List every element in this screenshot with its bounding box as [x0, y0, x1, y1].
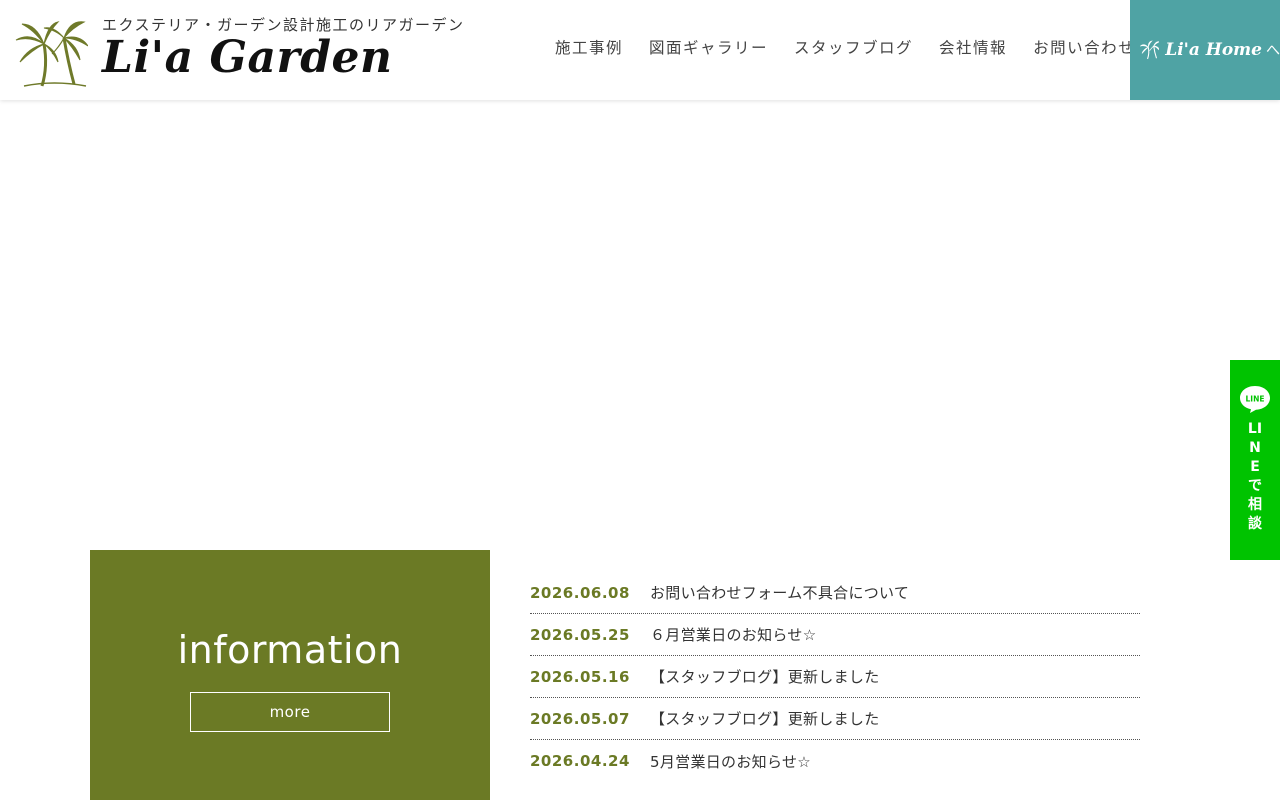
- news-item[interactable]: 2026.05.07 【スタッフブログ】更新しました: [530, 698, 1140, 740]
- palm-tree-logo-icon: [15, 21, 88, 87]
- site-header: エクステリア・ガーデン設計施工のリアガーデン Li'a Garden 施工事例 …: [0, 0, 1280, 100]
- information-more-button[interactable]: more: [190, 692, 390, 732]
- site-logo-text: Li'a Garden: [102, 32, 393, 83]
- news-title: 5月営業日のお知らせ☆: [650, 752, 811, 771]
- lia-home-label: Li'a Home: [1165, 40, 1262, 60]
- nav-item-drawing-gallery[interactable]: 図面ギャラリー: [649, 36, 768, 58]
- news-title: ６月営業日のお知らせ☆: [650, 626, 817, 644]
- news-item[interactable]: 2026.05.25 ６月営業日のお知らせ☆: [530, 614, 1140, 656]
- global-nav: 施工事例 図面ギャラリー スタッフブログ 会社情報 お問い合わせ: [555, 36, 1135, 58]
- news-date: 2026.05.25: [530, 625, 630, 644]
- lia-home-chevron: へ: [1266, 43, 1280, 59]
- nav-item-works[interactable]: 施工事例: [555, 36, 623, 58]
- news-title: 【スタッフブログ】更新しました: [650, 710, 880, 728]
- site-logo[interactable]: エクステリア・ガーデン設計施工のリアガーデン Li'a Garden: [14, 14, 463, 90]
- news-title: お問い合わせフォーム不具合について: [650, 584, 910, 602]
- palm-tree-icon: [1140, 40, 1160, 60]
- news-item[interactable]: 2026.04.24 5月営業日のお知らせ☆: [530, 740, 1140, 782]
- news-date: 2026.06.08: [530, 583, 630, 602]
- hero-area: [0, 100, 1280, 550]
- nav-item-contact[interactable]: お問い合わせ: [1033, 36, 1135, 58]
- line-consult-button[interactable]: LINE LINEで相談: [1230, 360, 1280, 560]
- news-date: 2026.04.24: [530, 752, 630, 770]
- line-bubble-text: LINE: [1246, 395, 1265, 404]
- news-item[interactable]: 2026.06.08 お問い合わせフォーム不具合について: [530, 572, 1140, 614]
- news-item[interactable]: 2026.05.16 【スタッフブログ】更新しました: [530, 656, 1140, 698]
- news-date: 2026.05.16: [530, 667, 630, 686]
- news-list: 2026.06.08 お問い合わせフォーム不具合について 2026.05.25 …: [530, 572, 1140, 782]
- lia-home-link-button[interactable]: Li'a Home へ: [1130, 0, 1280, 100]
- line-consult-label: LINEで相談: [1247, 421, 1263, 532]
- information-panel: information more: [90, 550, 490, 800]
- nav-item-company-info[interactable]: 会社情報: [939, 36, 1007, 58]
- nav-item-staff-blog[interactable]: スタッフブログ: [794, 36, 913, 58]
- line-chat-bubble-icon: LINE: [1240, 386, 1270, 413]
- information-heading: information: [177, 628, 403, 672]
- news-date: 2026.05.07: [530, 709, 630, 728]
- news-title: 【スタッフブログ】更新しました: [650, 668, 880, 686]
